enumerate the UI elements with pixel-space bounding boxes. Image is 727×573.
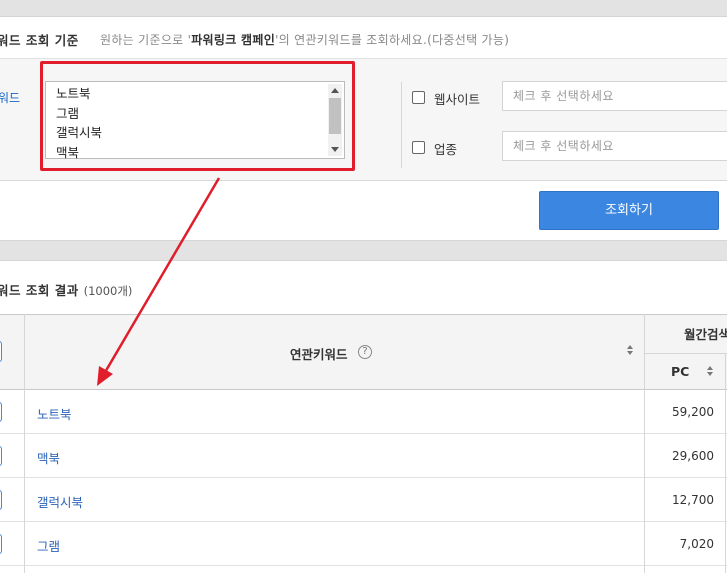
keyword-side-label: 워드 xyxy=(0,91,21,105)
header-edge-button[interactable] xyxy=(0,341,2,362)
results-title: 워드 조회 결과 (1000개) xyxy=(0,283,133,298)
pc-column-header[interactable]: PC xyxy=(671,364,689,379)
website-checkbox[interactable] xyxy=(412,91,425,104)
row-keyword-link[interactable]: 그램 xyxy=(37,536,60,555)
table-row: 그램 7,020 xyxy=(0,522,727,566)
industry-checkbox[interactable] xyxy=(412,141,425,154)
monthly-search-header: 월간검색 xyxy=(684,327,727,342)
website-select[interactable]: 체크 후 선택하세요 xyxy=(502,81,727,111)
row-add-button[interactable] xyxy=(0,446,2,466)
criteria-title: 워드 조회 기준 xyxy=(0,33,79,48)
pc-sort-down-icon[interactable] xyxy=(707,372,713,376)
column-divider xyxy=(24,390,25,573)
table-row: 맥북 29,600 xyxy=(0,434,727,478)
pc-sort-up-icon[interactable] xyxy=(707,366,713,370)
row-pc-value: 59,200 xyxy=(672,405,714,419)
row-pc-value: 12,700 xyxy=(672,493,714,507)
highlight-box xyxy=(40,61,355,171)
row-keyword-link[interactable]: 노트북 xyxy=(37,404,72,423)
row-keyword-link[interactable]: 맥북 xyxy=(37,448,60,467)
header-sub-divider xyxy=(645,353,727,354)
top-band xyxy=(0,0,727,17)
middle-band xyxy=(0,240,727,261)
row-pc-value: 7,020 xyxy=(679,537,714,551)
panel-divider xyxy=(401,82,402,168)
column-divider xyxy=(725,390,726,573)
keyword-column-header[interactable]: 연관키워드 xyxy=(290,344,348,363)
row-add-button[interactable] xyxy=(0,402,2,422)
help-icon[interactable]: ? xyxy=(358,345,372,359)
table-row: 갤럭시북 12,700 xyxy=(0,478,727,522)
sort-up-icon[interactable] xyxy=(627,345,633,349)
sort-down-icon[interactable] xyxy=(627,351,633,355)
website-label: 웹사이트 xyxy=(434,92,481,107)
row-add-button[interactable] xyxy=(0,534,2,554)
criteria-header: 워드 조회 기준 원하는 기준으로 '파워링크 캠페인'의 연관키워드를 조회하… xyxy=(0,17,727,59)
row-add-button[interactable] xyxy=(0,490,2,510)
criteria-description: 원하는 기준으로 '파워링크 캠페인'의 연관키워드를 조회하세요.(다중선택 … xyxy=(100,33,510,47)
search-button[interactable]: 조회하기 xyxy=(539,191,719,230)
row-pc-value: 29,600 xyxy=(672,449,714,463)
column-divider xyxy=(644,390,645,573)
table-row: 노트북 59,200 xyxy=(0,390,727,434)
industry-select[interactable]: 체크 후 선택하세요 xyxy=(502,131,727,161)
industry-label: 업종 xyxy=(434,142,458,157)
row-keyword-link[interactable]: 갤럭시북 xyxy=(37,492,83,511)
